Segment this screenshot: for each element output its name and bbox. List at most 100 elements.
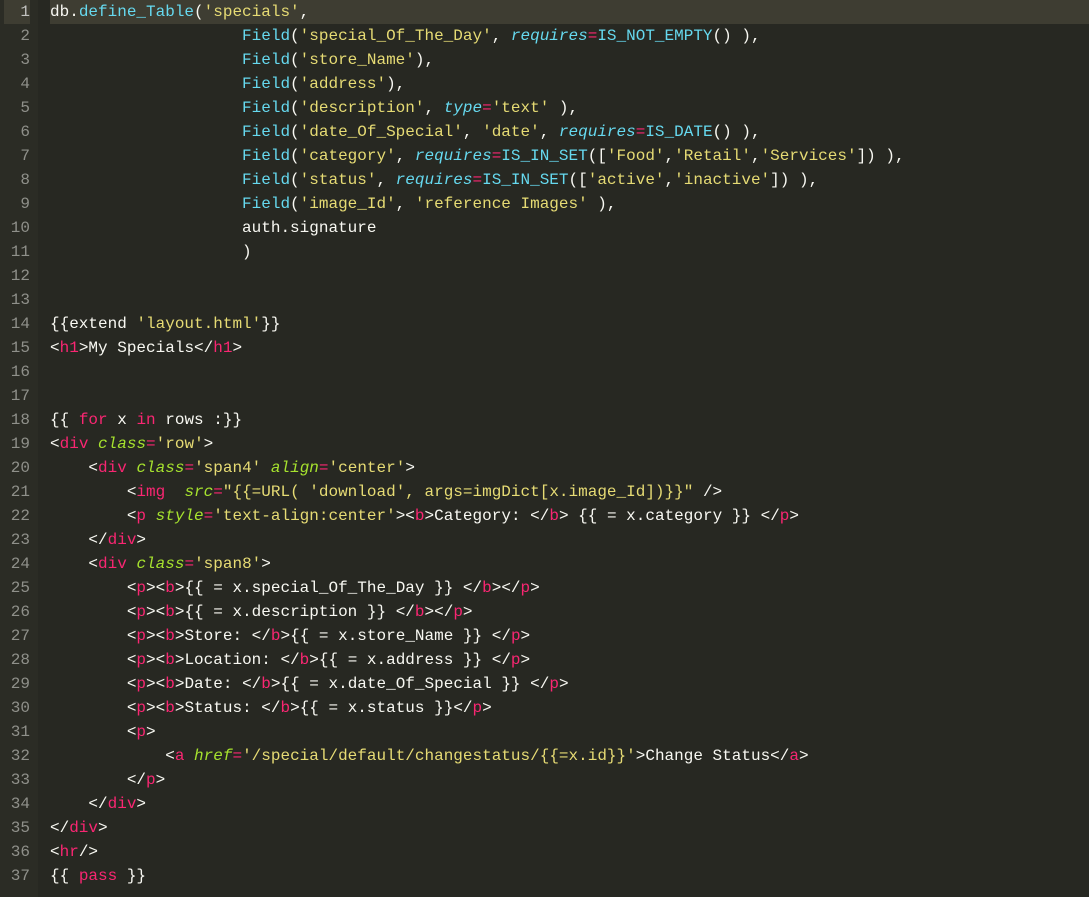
token-pn: . xyxy=(69,3,79,21)
token-pn: > xyxy=(521,651,531,669)
token-pn: > xyxy=(146,723,156,741)
code-area[interactable]: db.define_Table('specials', Field('speci… xyxy=(38,0,1089,897)
code-line[interactable]: Field('description', type='text' ), xyxy=(50,96,1089,120)
code-line[interactable]: <img src="{{=URL( 'download', args=imgDi… xyxy=(50,480,1089,504)
line-number: 12 xyxy=(4,264,30,288)
token-pn xyxy=(50,219,242,237)
code-line[interactable]: <h1>My Specials</h1> xyxy=(50,336,1089,360)
code-line[interactable]: <p><b>Date: </b>{{ = x.date_Of_Special }… xyxy=(50,672,1089,696)
code-line[interactable]: <p><b>{{ = x.description }} </b></p> xyxy=(50,600,1089,624)
code-line[interactable]: Field('special_Of_The_Day', requires=IS_… xyxy=(50,24,1089,48)
token-k: p xyxy=(136,507,146,525)
token-fn: IS_NOT_EMPTY xyxy=(597,27,712,45)
token-pn: {{ xyxy=(50,315,69,333)
code-line[interactable]: <a href='/special/default/changestatus/{… xyxy=(50,744,1089,768)
token-k: p xyxy=(511,651,521,669)
token-s: 'reference Images' xyxy=(415,195,588,213)
code-line[interactable]: {{ pass }} xyxy=(50,864,1089,888)
code-line[interactable]: <p><b>Status: </b>{{ = x.status }}</p> xyxy=(50,696,1089,720)
code-line[interactable]: <p><b>Location: </b>{{ = x.address }} </… xyxy=(50,648,1089,672)
code-line[interactable]: </div> xyxy=(50,792,1089,816)
token-s: 'special_Of_The_Day' xyxy=(300,27,492,45)
token-k: = xyxy=(204,507,214,525)
code-line[interactable]: Field('image_Id', 'reference Images' ), xyxy=(50,192,1089,216)
line-number: 31 xyxy=(4,720,30,744)
token-fn: IS_IN_SET xyxy=(482,171,568,189)
token-pn: , xyxy=(396,195,415,213)
line-number: 7 xyxy=(4,144,30,168)
token-pn: < xyxy=(50,747,175,765)
code-line[interactable]: db.define_Table('specials', xyxy=(50,0,1089,24)
line-number: 13 xyxy=(4,288,30,312)
code-line[interactable]: </p> xyxy=(50,768,1089,792)
token-k: p xyxy=(511,627,521,645)
token-k: b xyxy=(482,579,492,597)
code-line[interactable]: </div> xyxy=(50,816,1089,840)
token-pn xyxy=(50,195,242,213)
token-attr: href xyxy=(194,747,232,765)
code-line[interactable]: </div> xyxy=(50,528,1089,552)
code-line[interactable]: <p><b>Store: </b>{{ = x.store_Name }} </… xyxy=(50,624,1089,648)
line-number: 33 xyxy=(4,768,30,792)
code-editor[interactable]: 1234567891011121314151617181920212223242… xyxy=(0,0,1089,897)
token-pn: {{ xyxy=(50,411,79,429)
code-line[interactable]: {{ for x in rows :}} xyxy=(50,408,1089,432)
code-line[interactable]: <p style='text-align:center'><b>Category… xyxy=(50,504,1089,528)
token-pn xyxy=(50,147,242,165)
token-pn: </ xyxy=(463,579,482,597)
code-line[interactable]: Field('date_Of_Special', 'date', require… xyxy=(50,120,1089,144)
token-k: h1 xyxy=(213,339,232,357)
token-pn: () ), xyxy=(713,123,761,141)
token-pn: </ xyxy=(530,675,549,693)
code-line[interactable]: <div class='span8'> xyxy=(50,552,1089,576)
token-k: a xyxy=(175,747,185,765)
token-kw2: type xyxy=(444,99,482,117)
code-line[interactable]: <p><b>{{ = x.special_Of_The_Day }} </b><… xyxy=(50,576,1089,600)
token-pn xyxy=(127,459,137,477)
code-line[interactable]: <div class='row'> xyxy=(50,432,1089,456)
token-pn: /> xyxy=(693,483,722,501)
code-line[interactable]: <hr/> xyxy=(50,840,1089,864)
code-line[interactable] xyxy=(50,360,1089,384)
line-number: 11 xyxy=(4,240,30,264)
token-k: hr xyxy=(60,843,79,861)
line-number: 14 xyxy=(4,312,30,336)
token-fn: Field xyxy=(242,123,290,141)
line-number: 34 xyxy=(4,792,30,816)
token-pn: ([ xyxy=(588,147,607,165)
code-line[interactable]: {{extend 'layout.html'}} xyxy=(50,312,1089,336)
code-line[interactable]: ) xyxy=(50,240,1089,264)
token-k: b xyxy=(261,675,271,693)
code-line[interactable]: Field('status', requires=IS_IN_SET(['act… xyxy=(50,168,1089,192)
token-pn: , xyxy=(463,123,482,141)
code-line[interactable] xyxy=(50,264,1089,288)
line-number: 26 xyxy=(4,600,30,624)
token-pn: > xyxy=(789,507,799,525)
token-id: x xyxy=(108,411,137,429)
token-pn xyxy=(88,435,98,453)
code-line[interactable]: Field('address'), xyxy=(50,72,1089,96)
token-k: b xyxy=(165,675,175,693)
code-line[interactable] xyxy=(50,384,1089,408)
token-pn: ></ xyxy=(425,603,454,621)
code-line[interactable] xyxy=(50,288,1089,312)
token-id: Change Status xyxy=(645,747,770,765)
token-k: = xyxy=(232,747,242,765)
token-s: 'layout.html' xyxy=(136,315,261,333)
code-line[interactable]: auth.signature xyxy=(50,216,1089,240)
code-line[interactable]: <div class='span4' align='center'> xyxy=(50,456,1089,480)
token-s: '/special/default/changestatus/{{=x.id}}… xyxy=(242,747,636,765)
token-s: 'image_Id' xyxy=(300,195,396,213)
code-line[interactable]: Field('category', requires=IS_IN_SET(['F… xyxy=(50,144,1089,168)
token-pn: > xyxy=(280,627,290,645)
code-line[interactable]: <p> xyxy=(50,720,1089,744)
token-s: 'store_Name' xyxy=(300,51,415,69)
token-pn: > xyxy=(175,675,185,693)
token-pn: </ xyxy=(50,819,69,837)
token-pn: ), xyxy=(386,75,405,93)
token-kw2: requires xyxy=(396,171,473,189)
token-pn: ( xyxy=(290,75,300,93)
code-line[interactable]: Field('store_Name'), xyxy=(50,48,1089,72)
token-pn: ), xyxy=(415,51,434,69)
line-number: 22 xyxy=(4,504,30,528)
